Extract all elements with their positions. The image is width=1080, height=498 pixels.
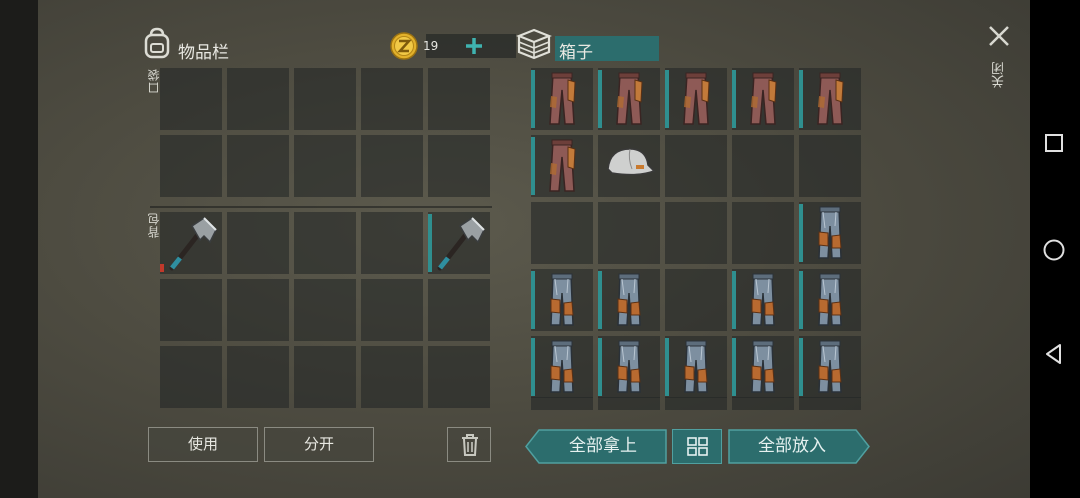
inventory-slot[interactable] — [160, 135, 222, 197]
inventory-screen: 物品栏 19 口袋 背包 使用 分开 箱子 全部拿上 全部放入 关闭 — [38, 0, 1030, 498]
inventory-slot[interactable] — [294, 346, 356, 408]
inventory-slot[interactable] — [227, 279, 289, 341]
inventory-slot[interactable] — [732, 68, 794, 130]
inventory-slot[interactable] — [799, 68, 861, 130]
split-button[interactable]: 分开 — [264, 427, 374, 462]
sort-button[interactable] — [672, 429, 722, 464]
box-grid-next-row — [531, 397, 862, 410]
denim-pants-icon — [732, 269, 794, 331]
inventory-slot[interactable] — [732, 269, 794, 331]
cap-icon — [598, 135, 660, 197]
denim-pants-icon — [665, 336, 727, 398]
system-nav-bar — [1030, 0, 1080, 498]
inventory-slot[interactable] — [160, 279, 222, 341]
inventory-slot[interactable] — [361, 279, 423, 341]
denim-pants-icon — [799, 202, 861, 264]
inventory-slot[interactable] — [665, 135, 727, 197]
inventory-slot[interactable] — [531, 135, 593, 197]
put-all-label: 全部放入 — [758, 436, 826, 456]
inventory-slot[interactable] — [361, 135, 423, 197]
denim-pants-icon — [598, 269, 660, 331]
inventory-slot[interactable] — [294, 68, 356, 130]
take-all-button[interactable]: 全部拿上 — [525, 429, 667, 464]
left-edge-bar — [0, 0, 38, 498]
inventory-slot[interactable] — [160, 68, 222, 130]
leather-pants-icon — [665, 68, 727, 130]
inventory-slot[interactable] — [732, 336, 794, 398]
inventory-slot[interactable] — [799, 135, 861, 197]
inventory-slot[interactable] — [799, 336, 861, 398]
inventory-slot[interactable] — [665, 336, 727, 398]
trash-button[interactable] — [447, 427, 491, 462]
inventory-slot[interactable] — [227, 68, 289, 130]
denim-pants-icon — [531, 269, 593, 331]
home-icon[interactable] — [1042, 238, 1066, 262]
inventory-slot[interactable] — [598, 68, 660, 130]
coin-count: 19 — [423, 39, 439, 53]
inventory-slot[interactable] — [665, 202, 727, 264]
close-icon[interactable] — [987, 24, 1011, 48]
inventory-title: 物品栏 — [178, 43, 229, 63]
inventory-slot[interactable] — [598, 336, 660, 398]
inventory-slot[interactable] — [227, 212, 289, 274]
inventory-slot[interactable] — [294, 135, 356, 197]
inventory-slot[interactable] — [428, 346, 490, 408]
inventory-slot[interactable] — [598, 135, 660, 197]
use-button[interactable]: 使用 — [148, 427, 258, 462]
box-icon — [516, 28, 552, 60]
denim-pants-icon — [799, 336, 861, 398]
inventory-slot[interactable] — [294, 212, 356, 274]
divider — [150, 206, 492, 208]
inventory-slot[interactable] — [732, 202, 794, 264]
leather-pants-icon — [531, 135, 593, 197]
denim-pants-icon — [531, 336, 593, 398]
trash-icon — [460, 433, 480, 457]
inventory-slot[interactable] — [598, 269, 660, 331]
coin-icon — [390, 32, 418, 60]
leather-pants-icon — [799, 68, 861, 130]
inventory-slot[interactable] — [531, 68, 593, 130]
inventory-slot[interactable] — [665, 269, 727, 331]
leather-pants-icon — [531, 68, 593, 130]
close-label[interactable]: 关闭 — [990, 62, 1009, 88]
denim-pants-icon — [732, 336, 794, 398]
inventory-slot[interactable] — [361, 212, 423, 274]
hatchet-icon — [160, 212, 222, 274]
inventory-slot[interactable] — [294, 279, 356, 341]
inventory-slot[interactable] — [160, 346, 222, 408]
denim-pants-icon — [799, 269, 861, 331]
inventory-slot[interactable] — [227, 346, 289, 408]
inventory-slot[interactable] — [799, 202, 861, 264]
leather-pants-icon — [598, 68, 660, 130]
add-coins-icon[interactable] — [464, 36, 484, 56]
denim-pants-icon — [598, 336, 660, 398]
hatchet-icon — [428, 212, 490, 274]
inventory-slot[interactable] — [531, 336, 593, 398]
inventory-slot[interactable] — [428, 279, 490, 341]
back-icon[interactable] — [1043, 343, 1065, 365]
sort-icon — [687, 437, 709, 457]
inventory-slot[interactable] — [428, 135, 490, 197]
take-all-label: 全部拿上 — [569, 436, 637, 456]
inventory-slot[interactable] — [531, 202, 593, 264]
box-title: 箱子 — [559, 43, 593, 63]
inventory-slot[interactable] — [428, 68, 490, 130]
inventory-slot[interactable] — [428, 212, 490, 274]
leather-pants-icon — [732, 68, 794, 130]
inventory-slot[interactable] — [160, 212, 222, 274]
inventory-slot[interactable] — [665, 68, 727, 130]
inventory-slot[interactable] — [732, 135, 794, 197]
inventory-slot[interactable] — [361, 346, 423, 408]
durability-marker — [160, 264, 164, 272]
recent-apps-icon[interactable] — [1044, 133, 1064, 153]
inventory-slot[interactable] — [227, 135, 289, 197]
put-all-button[interactable]: 全部放入 — [728, 429, 870, 464]
inventory-slot[interactable] — [531, 269, 593, 331]
backpack-icon — [142, 27, 172, 59]
inventory-slot[interactable] — [598, 202, 660, 264]
inventory-slot[interactable] — [361, 68, 423, 130]
inventory-slot[interactable] — [799, 269, 861, 331]
